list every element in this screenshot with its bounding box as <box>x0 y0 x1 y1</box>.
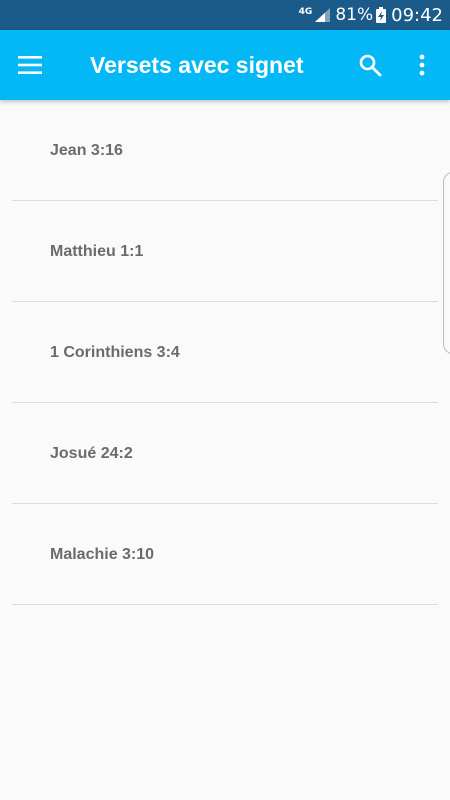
signal-icon <box>315 8 331 22</box>
battery-charging-icon <box>376 7 387 23</box>
page-title: Versets avec signet <box>90 52 304 78</box>
search-icon <box>359 54 382 77</box>
bookmark-label: Josué 24:2 <box>50 445 133 462</box>
bookmark-list: Jean 3:16 Matthieu 1:1 1 Corinthiens 3:4… <box>12 100 438 605</box>
bookmark-label: 1 Corinthiens 3:4 <box>50 344 180 361</box>
clock: 09:42 <box>391 4 443 26</box>
status-bar: 4G 81% 09:42 <box>0 0 450 30</box>
list-item[interactable]: Matthieu 1:1 <box>12 201 438 302</box>
list-item[interactable]: Malachie 3:10 <box>12 504 438 605</box>
app-bar: Versets avec signet <box>0 30 450 100</box>
bookmark-label: Malachie 3:10 <box>50 546 155 563</box>
bookmark-label: Matthieu 1:1 <box>50 243 144 260</box>
network-type-label: 4G <box>298 7 313 17</box>
bookmark-label: Jean 3:16 <box>50 142 123 159</box>
list-item[interactable]: Josué 24:2 <box>12 403 438 504</box>
more-options-button[interactable] <box>404 47 440 83</box>
list-item[interactable]: Jean 3:16 <box>12 100 438 201</box>
battery-percent: 81% <box>335 5 374 25</box>
menu-button[interactable] <box>12 47 48 83</box>
menu-icon <box>18 56 42 74</box>
more-vert-icon <box>419 54 425 76</box>
edge-panel-handle[interactable] <box>443 172 450 354</box>
search-button[interactable] <box>352 47 388 83</box>
list-item[interactable]: 1 Corinthiens 3:4 <box>12 302 438 403</box>
status-indicators: 4G 81% 09:42 <box>299 0 443 30</box>
